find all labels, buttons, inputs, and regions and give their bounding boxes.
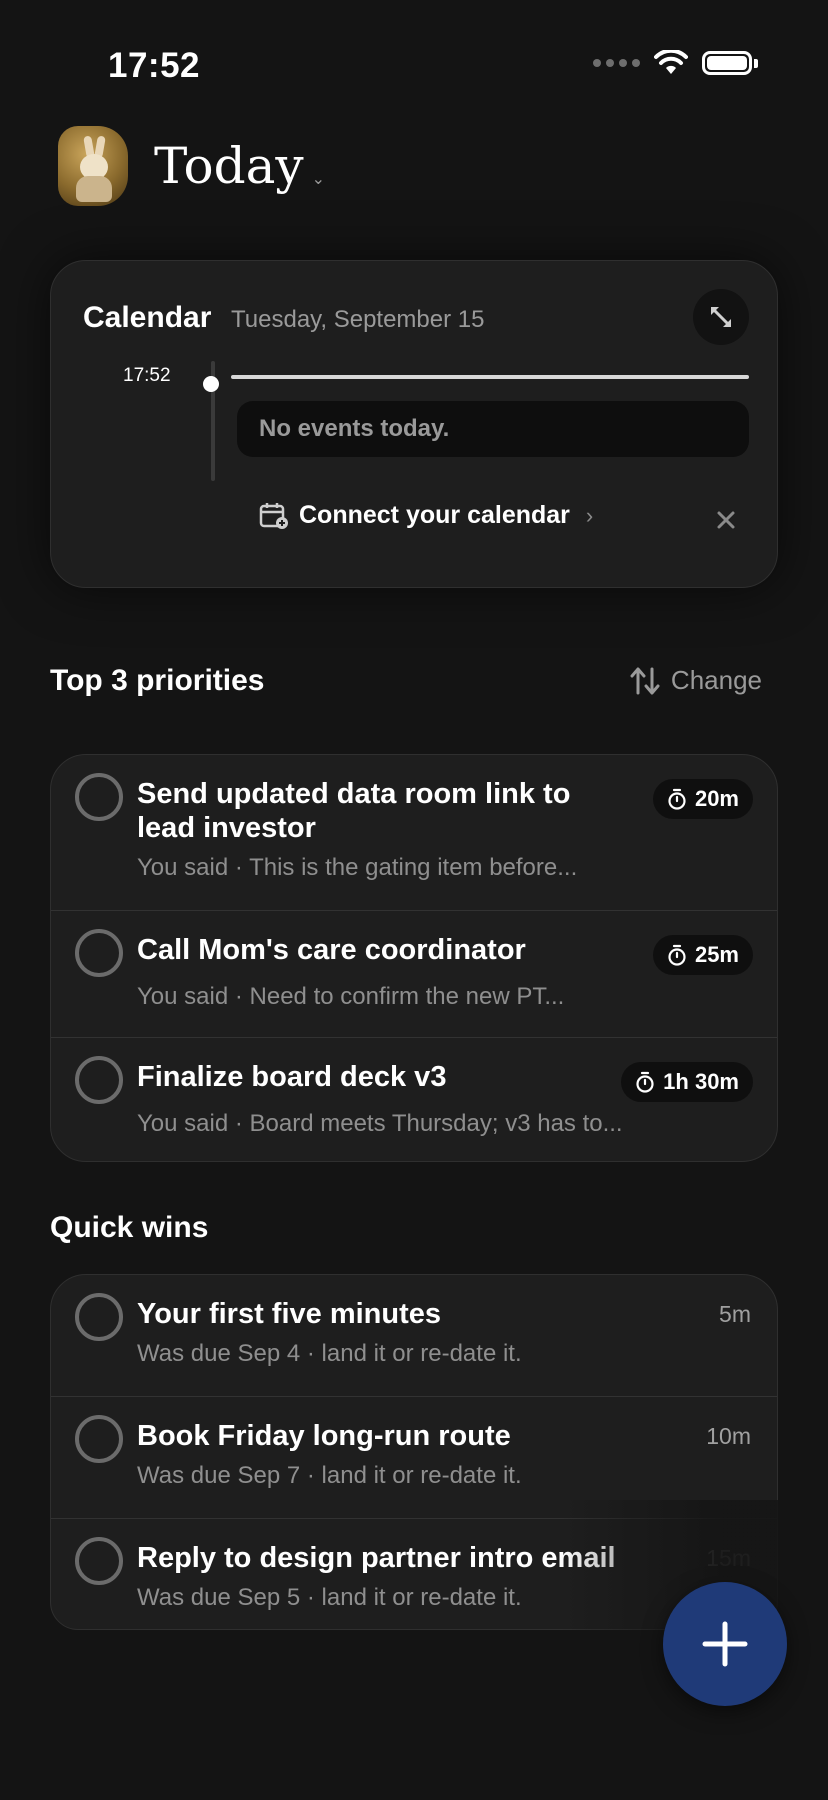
page-title[interactable]: Today — [154, 137, 304, 195]
task-subtitle: You said · Board meets Thursday; v3 has … — [137, 1110, 623, 1137]
duration-label: 20m — [694, 786, 739, 811]
complete-checkbox[interactable] — [75, 1537, 123, 1585]
connect-calendar-label: Connect your calendar — [299, 501, 570, 529]
no-events-message: No events today. — [237, 401, 749, 457]
calendar-card: Calendar Tuesday, September 15 17:52 No … — [50, 260, 778, 588]
change-priorities-button[interactable]: Change — [629, 665, 762, 696]
task-subtitle: You said · Need to confirm the new PT... — [137, 983, 565, 1010]
calendar-add-icon — [259, 502, 288, 529]
current-time-line — [231, 375, 749, 379]
duration-badge: 25m — [652, 935, 753, 975]
task-subtitle: Was due Sep 5 · land it or re-date it. — [137, 1584, 522, 1611]
calendar-title: Calendar — [83, 301, 212, 334]
timer-icon — [668, 788, 686, 810]
quick-wins-section-title: Quick wins — [50, 1211, 209, 1244]
add-task-button[interactable] — [663, 1582, 787, 1706]
task-title: Send updated data room link to lead inve… — [137, 778, 571, 844]
priority-item[interactable]: Finalize board deck v3 You said · Board … — [51, 1038, 777, 1161]
complete-checkbox[interactable] — [75, 1415, 123, 1463]
plus-icon — [702, 1621, 748, 1667]
close-icon — [717, 511, 735, 529]
task-title: Your first five minutes — [137, 1298, 442, 1330]
status-icons — [593, 50, 758, 76]
timer-icon — [668, 944, 686, 966]
chevron-right-icon: › — [585, 502, 594, 528]
task-subtitle: Was due Sep 7 · land it or re-date it. — [137, 1462, 522, 1489]
duration-badge: 20m — [652, 779, 753, 819]
task-subtitle: Was due Sep 4 · land it or re-date it. — [137, 1340, 522, 1367]
dismiss-button[interactable] — [711, 505, 741, 535]
calendar-date: Tuesday, September 15 — [231, 306, 485, 333]
duration-label: 5m — [719, 1301, 751, 1327]
status-time: 17:52 — [108, 46, 201, 85]
priority-item[interactable]: Send updated data room link to lead inve… — [51, 755, 777, 911]
task-title: Finalize board deck v3 — [137, 1061, 447, 1093]
complete-checkbox[interactable] — [75, 1056, 123, 1104]
sort-arrows-icon — [630, 667, 660, 694]
connect-calendar-button[interactable]: Connect your calendar › — [259, 501, 593, 530]
wifi-icon — [654, 50, 688, 74]
task-title: Book Friday long-run route — [137, 1420, 511, 1452]
task-title: Reply to design partner intro email — [137, 1542, 616, 1574]
page-header: Today ⌄ — [58, 126, 325, 206]
priorities-list: Send updated data room link to lead inve… — [50, 754, 778, 1162]
complete-checkbox[interactable] — [75, 1293, 123, 1341]
change-label: Change — [670, 665, 762, 695]
expand-icon — [711, 307, 731, 327]
duration-label: 10m — [706, 1423, 751, 1449]
priorities-section-title: Top 3 priorities — [50, 664, 265, 697]
avatar[interactable] — [58, 126, 128, 206]
expand-button[interactable] — [693, 289, 749, 345]
cellular-signal-icon — [593, 59, 640, 67]
task-subtitle: You said · This is the gating item befor… — [137, 854, 578, 881]
battery-icon — [702, 51, 758, 75]
quick-win-item[interactable]: Your first five minutes Was due Sep 4 · … — [51, 1275, 777, 1397]
complete-checkbox[interactable] — [75, 773, 123, 821]
current-time-dot — [203, 376, 219, 392]
complete-checkbox[interactable] — [75, 929, 123, 977]
current-time-label: 17:52 — [123, 365, 171, 386]
duration-label: 1h 30m — [663, 1069, 739, 1094]
duration-badge: 1h 30m — [621, 1062, 753, 1102]
chevron-down-icon[interactable]: ⌄ — [312, 169, 325, 189]
duration-label: 25m — [694, 942, 739, 967]
priority-item[interactable]: Call Mom's care coordinator You said · N… — [51, 911, 777, 1038]
timer-icon — [636, 1071, 654, 1093]
status-bar: 17:52 — [0, 0, 828, 120]
task-title: Call Mom's care coordinator — [137, 934, 526, 966]
